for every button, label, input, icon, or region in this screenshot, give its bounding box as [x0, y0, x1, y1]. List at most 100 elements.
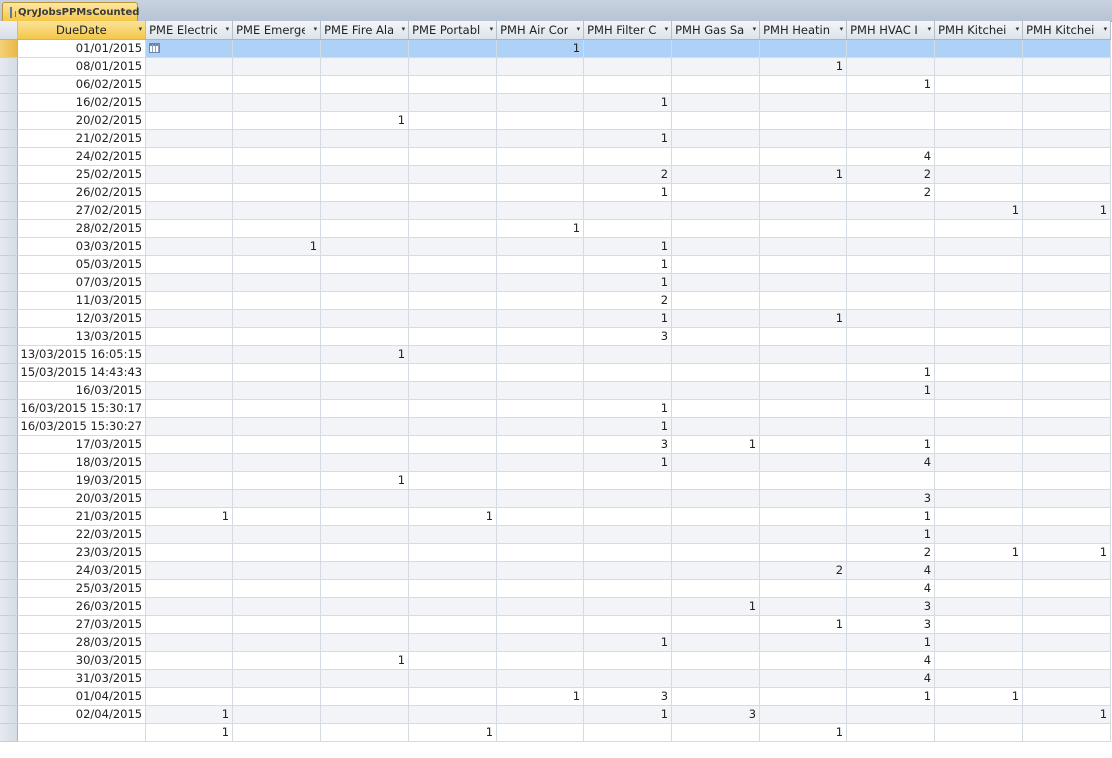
duedate-cell[interactable]: 03/03/2015	[17, 237, 147, 256]
count-cell[interactable]	[934, 39, 1024, 58]
count-cell[interactable]	[145, 615, 234, 634]
count-cell[interactable]	[671, 417, 761, 436]
count-cell[interactable]: 1	[583, 399, 673, 418]
count-cell[interactable]: 1	[320, 651, 410, 670]
count-cell[interactable]	[1022, 111, 1112, 130]
row-selector[interactable]	[0, 579, 18, 598]
count-cell[interactable]	[846, 417, 936, 436]
count-cell[interactable]	[496, 705, 585, 724]
count-cell[interactable]: 1	[320, 471, 410, 490]
count-cell[interactable]	[846, 57, 936, 76]
row-selector[interactable]	[0, 237, 18, 256]
count-cell[interactable]: 1	[145, 723, 234, 742]
table-row[interactable]: 16/02/2015 1	[0, 93, 1112, 112]
date-picker-icon[interactable]	[149, 43, 161, 53]
duedate-cell[interactable]: 22/03/2015	[17, 525, 147, 544]
count-cell[interactable]	[934, 183, 1024, 202]
row-selector[interactable]	[0, 201, 18, 220]
count-cell[interactable]	[496, 453, 585, 472]
count-cell[interactable]	[934, 525, 1024, 544]
count-cell[interactable]	[408, 453, 498, 472]
count-cell[interactable]	[232, 453, 322, 472]
count-cell[interactable]	[408, 219, 498, 238]
count-cell[interactable]: 3	[671, 705, 761, 724]
row-selector[interactable]	[0, 129, 18, 148]
count-cell[interactable]	[1022, 327, 1112, 346]
row-selector[interactable]	[0, 39, 18, 58]
count-cell[interactable]	[934, 255, 1024, 274]
count-cell[interactable]	[232, 435, 322, 454]
table-row[interactable]: 21/02/2015 1	[0, 129, 1112, 148]
count-cell[interactable]: 1	[1022, 543, 1112, 562]
count-cell[interactable]	[320, 633, 410, 652]
count-cell[interactable]	[671, 489, 761, 508]
count-cell[interactable]	[145, 183, 234, 202]
table-row[interactable]: 05/03/2015 1	[0, 255, 1112, 274]
table-row[interactable]: 21/03/2015 1 1 1	[0, 507, 1112, 526]
count-cell[interactable]	[759, 129, 848, 148]
count-cell[interactable]	[496, 561, 585, 580]
count-cell[interactable]	[232, 165, 322, 184]
count-cell[interactable]	[320, 363, 410, 382]
count-cell[interactable]	[320, 219, 410, 238]
count-cell[interactable]: 3	[583, 435, 673, 454]
count-cell[interactable]	[671, 75, 761, 94]
count-cell[interactable]	[320, 93, 410, 112]
filter-dropdown-icon[interactable]: ▾	[314, 25, 318, 33]
count-cell[interactable]	[320, 147, 410, 166]
duedate-cell[interactable]: 16/03/2015 15:30:27	[17, 417, 147, 436]
row-selector[interactable]	[0, 75, 18, 94]
count-cell[interactable]	[583, 345, 673, 364]
row-selector[interactable]	[0, 327, 18, 346]
count-cell[interactable]	[934, 237, 1024, 256]
count-cell[interactable]	[320, 723, 410, 742]
count-cell[interactable]	[145, 579, 234, 598]
count-cell[interactable]	[846, 237, 936, 256]
count-cell[interactable]	[1022, 417, 1112, 436]
count-cell[interactable]: 1	[846, 75, 936, 94]
count-cell[interactable]	[496, 255, 585, 274]
count-cell[interactable]	[320, 165, 410, 184]
count-cell[interactable]	[145, 255, 234, 274]
count-cell[interactable]	[671, 201, 761, 220]
count-cell[interactable]	[408, 201, 498, 220]
column-header[interactable]: PME Emerge ▾	[232, 21, 322, 40]
row-selector[interactable]	[0, 147, 18, 166]
count-cell[interactable]	[846, 471, 936, 490]
count-cell[interactable]	[934, 381, 1024, 400]
count-cell[interactable]	[934, 75, 1024, 94]
table-row[interactable]: 03/03/2015 1 1	[0, 237, 1112, 256]
count-cell[interactable]	[232, 543, 322, 562]
count-cell[interactable]	[496, 327, 585, 346]
count-cell[interactable]: 1	[846, 525, 936, 544]
count-cell[interactable]: 2	[759, 561, 848, 580]
count-cell[interactable]	[846, 201, 936, 220]
count-cell[interactable]	[583, 57, 673, 76]
count-cell[interactable]	[1022, 723, 1112, 742]
count-cell[interactable]	[232, 561, 322, 580]
count-cell[interactable]	[583, 525, 673, 544]
count-cell[interactable]	[583, 723, 673, 742]
count-cell[interactable]	[320, 705, 410, 724]
count-cell[interactable]	[671, 39, 761, 58]
duedate-cell[interactable]: 26/02/2015	[17, 183, 147, 202]
table-row[interactable]: 25/02/2015 2 1 2	[0, 165, 1112, 184]
count-cell[interactable]	[1022, 57, 1112, 76]
duedate-cell[interactable]: 17/03/2015	[17, 435, 147, 454]
row-selector[interactable]	[0, 507, 18, 526]
count-cell[interactable]	[671, 651, 761, 670]
count-cell[interactable]	[408, 75, 498, 94]
duedate-cell[interactable]: 28/02/2015	[17, 219, 147, 238]
count-cell[interactable]	[934, 723, 1024, 742]
count-cell[interactable]	[232, 507, 322, 526]
count-cell[interactable]	[496, 93, 585, 112]
count-cell[interactable]: 1	[934, 201, 1024, 220]
count-cell[interactable]	[320, 273, 410, 292]
count-cell[interactable]	[408, 237, 498, 256]
count-cell[interactable]	[759, 687, 848, 706]
count-cell[interactable]: 1	[1022, 201, 1112, 220]
duedate-cell[interactable]: 05/03/2015	[17, 255, 147, 274]
count-cell[interactable]	[583, 219, 673, 238]
count-cell[interactable]	[1022, 615, 1112, 634]
count-cell[interactable]	[671, 273, 761, 292]
